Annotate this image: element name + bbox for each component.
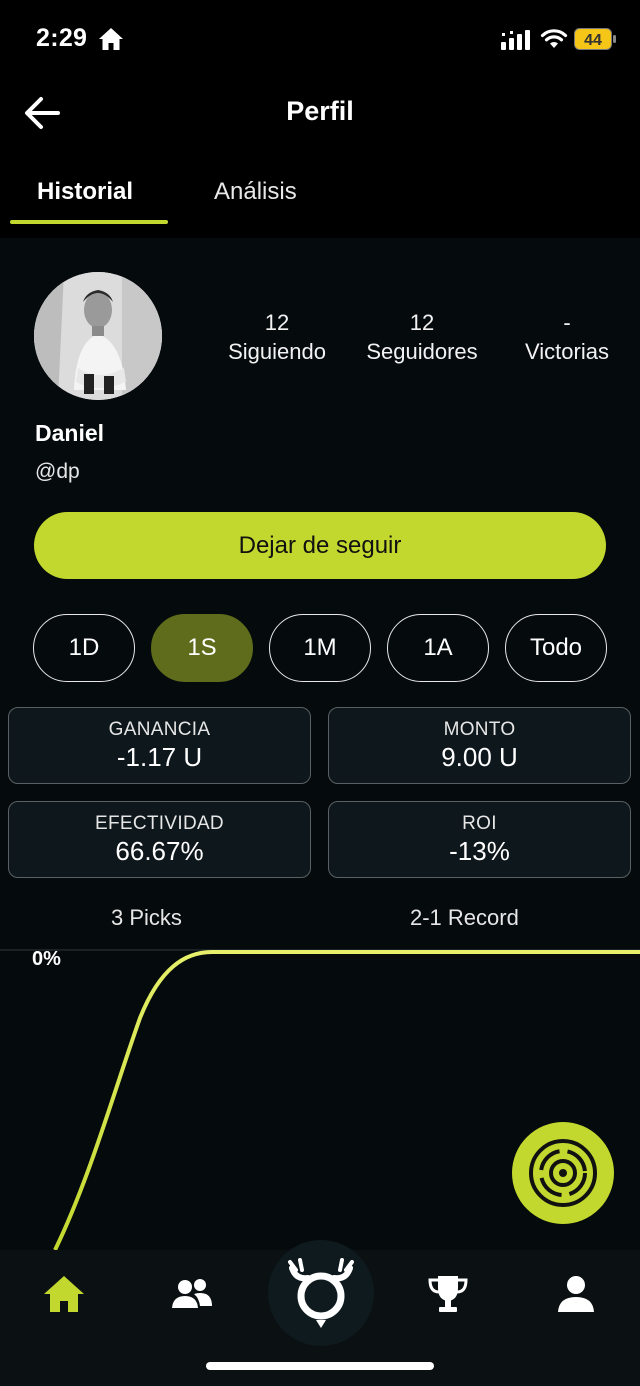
home-status-icon: [99, 28, 123, 50]
home-icon[interactable]: [40, 1270, 88, 1318]
metric-value: 66.67%: [115, 836, 204, 866]
metric-value: 9.00 U: [441, 742, 518, 772]
range-1m-button[interactable]: 1M: [269, 614, 371, 682]
metric-label: ROI: [462, 813, 497, 834]
logo-icon: [288, 1258, 354, 1328]
avatar-photo: [34, 272, 162, 400]
following-label: Siguiendo: [228, 339, 326, 364]
unfollow-button[interactable]: Dejar de seguir: [34, 512, 606, 579]
followers-label: Seguidores: [366, 339, 478, 364]
following-count: 12: [264, 310, 290, 335]
wins-count: -: [563, 310, 571, 335]
metric-monto: MONTO 9.00 U: [328, 707, 631, 784]
metric-ganancia: GANANCIA -1.17 U: [8, 707, 311, 784]
metric-roi: ROI -13%: [328, 801, 631, 878]
target-icon: [529, 1139, 597, 1207]
battery-icon: 44: [574, 28, 616, 50]
user-icon[interactable]: [552, 1270, 600, 1318]
metric-value: -13%: [449, 836, 510, 866]
cellular-signal-icon: [501, 30, 530, 50]
user-name: Daniel: [35, 420, 105, 446]
wifi-icon: [540, 29, 568, 48]
home-logo-button[interactable]: [268, 1240, 374, 1346]
metric-label: GANANCIA: [108, 719, 211, 740]
avatar[interactable]: [34, 272, 162, 400]
users-icon[interactable]: [168, 1270, 216, 1318]
status-time: 2:29: [36, 24, 88, 52]
picks-count: 3 Picks: [111, 905, 182, 930]
range-1a-button[interactable]: 1A: [387, 614, 489, 682]
battery-level: 44: [584, 32, 602, 49]
stat-following[interactable]: 12 Siguiendo: [212, 308, 342, 366]
target-fab-button[interactable]: [512, 1122, 614, 1224]
trophy-icon[interactable]: [424, 1270, 472, 1318]
page-title: Perfil: [286, 96, 354, 126]
stat-followers[interactable]: 12 Seguidores: [352, 308, 492, 366]
stat-wins: - Victorias: [510, 308, 624, 366]
status-bar: 2:29 44: [0, 0, 640, 80]
home-indicator: [206, 1362, 434, 1370]
chart-y-label: 0%: [32, 948, 61, 970]
metric-label: EFECTIVIDAD: [95, 813, 224, 834]
range-1s-button[interactable]: 1S: [151, 614, 253, 682]
metric-label: MONTO: [443, 719, 516, 740]
tab-analisis[interactable]: Análisis: [214, 178, 297, 206]
active-tab-indicator: [10, 220, 168, 224]
metric-value: -1.17 U: [116, 742, 203, 772]
range-1d-button[interactable]: 1D: [33, 614, 135, 682]
wins-label: Victorias: [525, 339, 609, 364]
followers-count: 12: [409, 310, 435, 335]
user-handle: @dp: [35, 460, 80, 483]
record-summary: 2-1 Record: [410, 905, 519, 930]
tab-historial[interactable]: Historial: [37, 178, 133, 206]
metric-efectividad: EFECTIVIDAD 66.67%: [8, 801, 311, 878]
range-all-button[interactable]: Todo: [505, 614, 607, 682]
